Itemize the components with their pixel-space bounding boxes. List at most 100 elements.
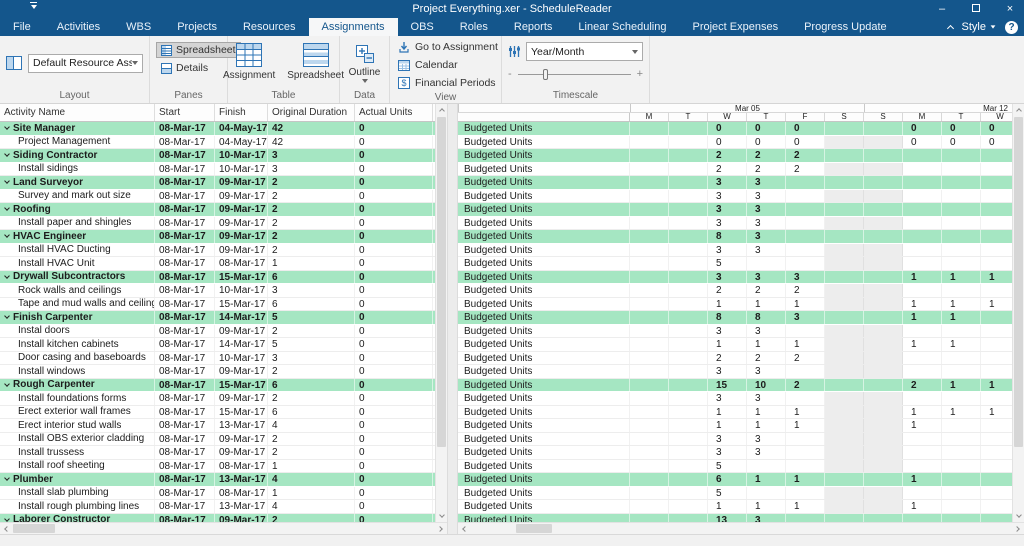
budgeted-units-row[interactable]: Budgeted Units 3 3 [458,324,1024,338]
menu-tab-progress-update[interactable]: Progress Update [791,18,900,36]
activity-group-row[interactable]: Laborer Constructor 08-Mar-17 09-Mar-17 2 0 [0,513,435,522]
week-header-mar-05[interactable]: Mar 05 [630,104,864,112]
column-header-start[interactable]: Start [155,104,215,121]
activity-row[interactable]: Install OBS exterior cladding 08-Mar-17 09… [0,432,435,446]
collapse-chevron-icon[interactable] [4,232,10,239]
activity-group-row[interactable]: Siding Contractor 08-Mar-17 10-Mar-17 3 0 [0,149,435,163]
minimize-button[interactable]: – [936,0,948,18]
scroll-down-arrow[interactable] [436,510,447,522]
budgeted-units-row[interactable]: Budgeted Units 3 3 [458,243,1024,257]
budgeted-units-row[interactable]: Budgeted Units 0 0 0 0 0 0 [458,135,1024,149]
activity-group-row[interactable]: Site Manager 08-Mar-17 04-May-17 42 0 [0,122,435,136]
budgeted-units-group-row[interactable]: Budgeted Units 3 3 [458,203,1024,217]
activity-row[interactable]: Install HVAC Ducting 08-Mar-17 09-Mar-17 2 0 [0,243,435,257]
activity-row[interactable]: Install trussess 08-Mar-17 09-Mar-17 2 0 [0,446,435,460]
activity-row[interactable]: Install foundations forms 08-Mar-17 09-Mar… [0,392,435,406]
scroll-down-arrow[interactable] [1013,510,1024,522]
day-header-m[interactable]: M [903,113,942,121]
activity-row[interactable]: Instal doors 08-Mar-17 09-Mar-17 2 0 [0,324,435,338]
week-header-mar-12[interactable]: Mar 12 [864,104,1024,112]
restore-button[interactable] [970,0,982,18]
column-header-activity-name[interactable]: Activity Name [0,104,155,121]
column-header-original-duration[interactable]: Original Duration [268,104,355,121]
pane-splitter[interactable] [447,104,458,534]
menu-tab-resources[interactable]: Resources [230,18,309,36]
activity-group-row[interactable]: Drywall Subcontractors 08-Mar-17 15-Mar-17… [0,270,435,284]
spreadsheet-table-button[interactable]: Spreadsheet [282,40,349,84]
menu-tab-activities[interactable]: Activities [44,18,113,36]
budgeted-units-group-row[interactable]: Budgeted Units 3 3 3 1 1 1 [458,270,1024,284]
budgeted-units-row[interactable]: Budgeted Units 2 2 2 [458,284,1024,298]
budgeted-units-group-row[interactable]: Budgeted Units 8 8 3 1 1 [458,311,1024,325]
activity-row[interactable]: Install paper and shingles 08-Mar-17 09-Ma… [0,216,435,230]
menu-tab-projects[interactable]: Projects [164,18,230,36]
budgeted-units-row[interactable]: Budgeted Units 1 1 1 1 [458,500,1024,514]
day-header-t[interactable]: T [942,113,981,121]
budgeted-units-row[interactable]: Budgeted Units 5 [458,459,1024,473]
budgeted-units-group-row[interactable]: Budgeted Units 2 2 2 [458,149,1024,163]
spreadsheet-vertical-scrollbar[interactable] [1012,104,1024,522]
menu-tab-file[interactable]: File [0,18,44,36]
scroll-right-arrow[interactable] [1012,523,1024,534]
budgeted-units-row[interactable]: Budgeted Units 3 3 [458,365,1024,379]
timescale-zoom-in[interactable]: + [637,68,643,80]
collapse-chevron-icon[interactable] [4,151,10,158]
budgeted-units-row[interactable]: Budgeted Units 1 1 1 1 1 [458,338,1024,352]
collapse-chevron-icon[interactable] [4,475,10,482]
budgeted-units-row[interactable]: Budgeted Units 2 2 2 [458,351,1024,365]
activity-row[interactable]: Install slab plumbing 08-Mar-17 08-Mar-17 1… [0,486,435,500]
timescale-slider-thumb[interactable] [542,68,548,80]
calendar-button[interactable]: Calendar [396,58,460,72]
budgeted-units-row[interactable]: Budgeted Units 1 1 1 1 [458,419,1024,433]
activity-row[interactable]: Survey and mark out size 08-Mar-17 09-Mar-… [0,189,435,203]
help-button[interactable]: ? [1005,20,1018,34]
menu-tab-reports[interactable]: Reports [501,18,566,36]
budgeted-units-group-row[interactable]: Budgeted Units 15 10 2 2 1 1 [458,378,1024,392]
collapse-chevron-icon[interactable] [4,515,10,522]
budgeted-units-row[interactable]: Budgeted Units 1 1 1 1 1 1 [458,297,1024,311]
menu-tab-project-expenses[interactable]: Project Expenses [679,18,791,36]
column-header-finish[interactable]: Finish [215,104,268,121]
details-pane-toggle[interactable]: Details [156,60,213,76]
budgeted-units-row[interactable]: Budgeted Units 3 3 [458,216,1024,230]
activity-row[interactable]: Install HVAC Unit 08-Mar-17 08-Mar-17 1 0 [0,257,435,271]
activity-row[interactable]: Install sidings 08-Mar-17 10-Mar-17 3 0 [0,162,435,176]
scroll-left-arrow[interactable] [0,523,12,534]
timescale-dropdown[interactable]: Year/Month [526,42,643,61]
collapse-chevron-icon[interactable] [4,124,10,131]
outline-button[interactable]: Outline [344,41,386,86]
activity-group-row[interactable]: Roofing 08-Mar-17 09-Mar-17 2 0 [0,203,435,217]
spreadsheet-horizontal-scrollbar[interactable] [458,522,1024,534]
timescale-zoom-out[interactable]: - [508,68,512,80]
menu-tab-obs[interactable]: OBS [398,18,447,36]
menu-tab-linear-scheduling[interactable]: Linear Scheduling [565,18,679,36]
collapse-chevron-icon[interactable] [4,272,10,279]
layout-dropdown[interactable]: Default Resource Assignmen [28,53,143,73]
budgeted-units-row[interactable]: Budgeted Units 3 3 [458,189,1024,203]
scroll-right-arrow[interactable] [435,523,447,534]
activity-row[interactable]: Install roof sheeting 08-Mar-17 08-Mar-17 1… [0,459,435,473]
budgeted-units-row[interactable]: Budgeted Units 1 1 1 1 1 1 [458,405,1024,419]
day-header-t[interactable]: T [747,113,786,121]
activity-row[interactable]: Erect exterior wall frames 08-Mar-17 15-Ma… [0,405,435,419]
collapse-ribbon-icon[interactable] [946,18,954,36]
collapse-chevron-icon[interactable] [4,380,10,387]
budgeted-units-row[interactable]: Budgeted Units 5 [458,257,1024,271]
activity-group-row[interactable]: Finish Carpenter 08-Mar-17 14-Mar-17 5 0 [0,311,435,325]
menu-tab-assignments[interactable]: Assignments [308,18,398,36]
menu-tab-wbs[interactable]: WBS [113,18,164,36]
activity-row[interactable]: Door casing and baseboards 08-Mar-17 10-Ma… [0,351,435,365]
budgeted-units-group-row[interactable]: Budgeted Units 3 3 [458,176,1024,190]
budgeted-units-group-row[interactable]: Budgeted Units 6 1 1 1 [458,473,1024,487]
assignment-table-button[interactable]: Assignment [218,40,280,84]
style-dropdown[interactable]: Style [962,21,996,33]
activity-group-row[interactable]: Land Surveyor 08-Mar-17 09-Mar-17 2 0 [0,176,435,190]
budgeted-units-row[interactable]: Budgeted Units 5 [458,486,1024,500]
activity-row[interactable]: Install rough plumbing lines 08-Mar-17 13-… [0,500,435,514]
activity-row[interactable]: Project Management 08-Mar-17 04-May-17 42 0 [0,135,435,149]
activity-row[interactable]: Install kitchen cabinets 08-Mar-17 14-Mar-… [0,338,435,352]
day-header-s[interactable]: S [825,113,864,121]
activity-table-vertical-scrollbar[interactable] [435,104,447,522]
day-header-w[interactable]: W [708,113,747,121]
budgeted-units-group-row[interactable]: Budgeted Units 8 3 [458,230,1024,244]
